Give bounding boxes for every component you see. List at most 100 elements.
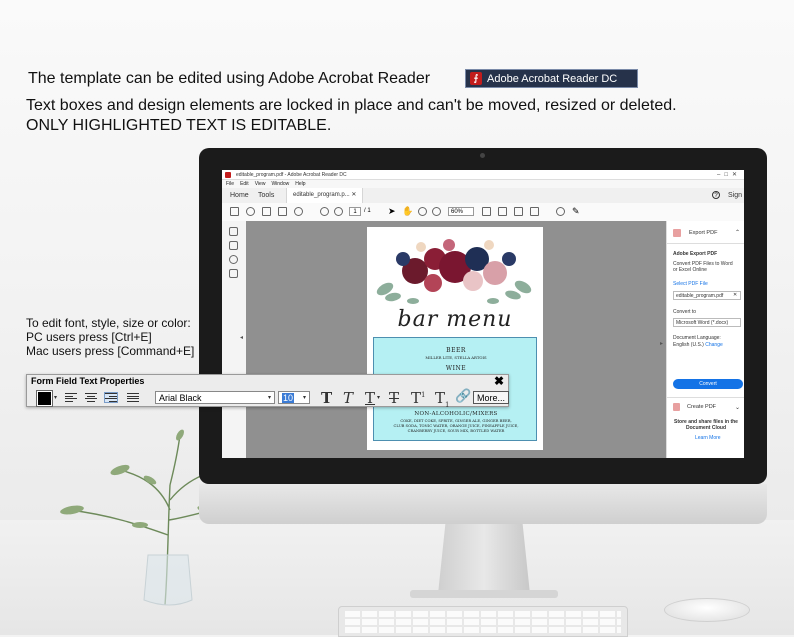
selected-file-field[interactable]: editable_program.pdf xyxy=(673,291,741,300)
left-rail: ◂ xyxy=(222,221,247,458)
close-icon[interactable]: ✖ xyxy=(494,374,504,388)
na-items-1: COKE, DIET COKE, SPRITE, GINGER ALE, GIN… xyxy=(400,419,512,423)
instruction-line-3: Mac users press [Command+E] xyxy=(26,344,195,358)
attachment-icon[interactable] xyxy=(229,255,238,264)
beer-items: MILLER LITE, STELLA ARTOIS xyxy=(425,355,487,360)
save-icon[interactable] xyxy=(230,207,239,216)
tab-tools[interactable]: Tools xyxy=(252,188,280,203)
page-up-icon[interactable] xyxy=(320,207,329,216)
select-pdf-link[interactable]: Select PDF File xyxy=(673,281,708,287)
close-tab-icon[interactable]: ✕ xyxy=(351,192,356,198)
font-size-value: 10 xyxy=(282,393,295,403)
menu-help[interactable]: Help xyxy=(295,181,305,187)
language-value: English (U.S.) xyxy=(673,342,704,348)
tab-home[interactable]: Home xyxy=(224,188,255,203)
crop-icon[interactable] xyxy=(482,207,491,216)
zoom-level-select[interactable]: 60% xyxy=(448,207,474,216)
pen-icon[interactable]: ✎ xyxy=(572,206,580,217)
collapse-right-icon[interactable]: ▸ xyxy=(660,340,663,347)
toolbar: 1 / 1 ➤ ✋ 60% ✎ xyxy=(222,203,744,222)
divider xyxy=(667,397,744,398)
convert-button[interactable]: Convert xyxy=(673,379,743,389)
change-language-link[interactable]: Change xyxy=(705,342,723,348)
subscript-icon[interactable]: T1 xyxy=(435,389,449,409)
select-cursor-icon[interactable]: ➤ xyxy=(388,206,396,217)
strikethrough-text-icon[interactable]: T xyxy=(389,389,399,407)
format-select[interactable]: Microsoft Word (*.docx) xyxy=(673,318,741,327)
fit-page-icon[interactable] xyxy=(498,207,507,216)
selected-file-name: editable_program.pdf xyxy=(676,293,724,299)
sign-in-link[interactable]: Sign xyxy=(728,188,742,203)
remove-file-icon[interactable]: ✕ xyxy=(733,292,737,298)
doc-language-label: Document Language: xyxy=(673,335,721,341)
na-items-3: CRANBERRY JUICE, SOUR MIX, BOTTLED WATER xyxy=(407,429,505,433)
right-tools-panel: Export PDF ⌃ Adobe Export PDF Convert PD… xyxy=(666,221,744,458)
comment-icon[interactable] xyxy=(556,207,565,216)
bold-text-icon[interactable]: T xyxy=(321,389,332,407)
zoom-out-icon[interactable] xyxy=(418,207,427,216)
menu-edit[interactable]: Edit xyxy=(240,181,249,187)
tab-bar: Home Tools editable_program.p... ✕ ? Sig… xyxy=(222,188,744,204)
menu-view[interactable]: View xyxy=(255,181,266,187)
language-row: English (U.S.) Change xyxy=(673,342,723,348)
text-color-swatch[interactable] xyxy=(36,390,53,407)
signature-icon[interactable] xyxy=(229,269,238,278)
size-dropdown-icon[interactable]: ▾ xyxy=(303,394,306,401)
more-button[interactable]: More... xyxy=(473,391,509,404)
tab-document-label: editable_program.p... xyxy=(293,192,350,198)
color-dropdown-icon[interactable]: ▾ xyxy=(54,394,57,401)
intro-line: The template can be edited using Adobe A… xyxy=(28,70,431,87)
font-dropdown-icon[interactable]: ▾ xyxy=(268,394,271,401)
justify-icon[interactable] xyxy=(127,393,139,402)
menu-file[interactable]: File xyxy=(226,181,234,187)
create-pdf-label[interactable]: Create PDF xyxy=(687,404,716,410)
keyboard-row xyxy=(345,619,621,625)
hand-tool-icon[interactable]: ✋ xyxy=(402,206,413,217)
link-icon[interactable]: 🔗 xyxy=(455,389,471,404)
email-icon[interactable] xyxy=(278,207,287,216)
align-left-icon[interactable] xyxy=(65,393,77,402)
font-family-select[interactable]: Arial Black xyxy=(155,391,275,404)
na-heading: NON-ALCOHOLIC/MIXERS xyxy=(414,411,498,417)
help-icon[interactable]: ? xyxy=(712,191,720,199)
mouse xyxy=(664,598,750,622)
divider xyxy=(667,243,744,244)
floral-arrangement-image xyxy=(376,239,532,304)
collapse-export-icon[interactable]: ⌃ xyxy=(735,229,740,236)
export-description: Convert PDF Files to Word or Excel Onlin… xyxy=(673,261,733,273)
upload-icon[interactable] xyxy=(246,207,255,216)
print-icon[interactable] xyxy=(262,207,271,216)
thumbnails-icon[interactable] xyxy=(229,227,238,236)
expand-create-icon[interactable]: ⌄ xyxy=(735,404,740,411)
search-icon[interactable] xyxy=(294,207,303,216)
page-down-icon[interactable] xyxy=(334,207,343,216)
superscript-icon[interactable]: T1 xyxy=(411,389,425,407)
beer-heading: BEER xyxy=(446,347,466,354)
learn-more-link[interactable]: Learn More xyxy=(695,435,721,441)
tab-document[interactable]: editable_program.p... ✕ xyxy=(286,188,364,203)
editable-notice: ONLY HIGHLIGHTED TEXT IS EDITABLE. xyxy=(26,117,332,134)
copy-icon[interactable] xyxy=(229,241,238,250)
zoom-in-icon[interactable] xyxy=(432,207,441,216)
format-value: Microsoft Word (*.docx) xyxy=(676,320,729,326)
underline-dropdown-icon[interactable]: ▾ xyxy=(377,394,380,401)
window-title: editable_program.pdf - Adobe Acrobat Rea… xyxy=(222,170,744,180)
page-number-input[interactable]: 1 xyxy=(349,207,361,216)
window-controls[interactable]: –□✕ xyxy=(717,171,741,178)
monitor-screen: editable_program.pdf - Adobe Acrobat Rea… xyxy=(222,170,744,458)
export-pdf-icon xyxy=(673,229,681,237)
form-field-text-properties-toolbar: Form Field Text Properties ✖ ▾ Arial Bla… xyxy=(26,374,509,409)
keyboard-row xyxy=(345,627,621,633)
export-pdf-label[interactable]: Export PDF xyxy=(689,230,717,236)
menu-page: bar menu BEER MILLER LITE, STELLA ARTOIS… xyxy=(367,227,543,450)
underline-text-icon[interactable]: T xyxy=(365,389,375,407)
tools-icon[interactable] xyxy=(530,207,539,216)
scroll-mode-icon[interactable] xyxy=(514,207,523,216)
wine-heading: WINE xyxy=(445,365,467,372)
webcam-icon xyxy=(480,153,485,158)
align-right-icon[interactable] xyxy=(104,392,118,403)
italic-text-icon[interactable]: T xyxy=(343,389,353,407)
menu-window[interactable]: Window xyxy=(271,181,289,187)
collapse-left-icon[interactable]: ◂ xyxy=(240,334,243,341)
align-center-icon[interactable] xyxy=(85,393,97,402)
